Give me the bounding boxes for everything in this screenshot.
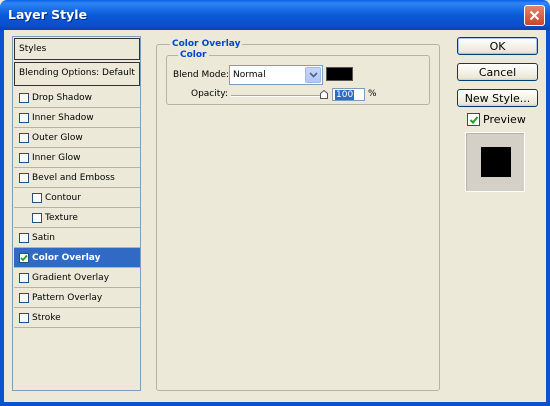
opacity-slider-track[interactable] bbox=[231, 95, 325, 97]
preview-checkbox[interactable] bbox=[467, 113, 480, 126]
checkmark-icon bbox=[20, 254, 28, 261]
style-checkbox-stroke[interactable] bbox=[19, 312, 29, 323]
style-item-label: Pattern Overlay bbox=[32, 292, 103, 303]
opacity-slider-thumb[interactable] bbox=[320, 90, 328, 99]
style-item-pattern-overlay[interactable]: Pattern Overlay bbox=[14, 288, 140, 308]
color-section-title: Color bbox=[178, 50, 209, 60]
color-overlay-title: Color Overlay bbox=[170, 39, 243, 49]
new-style-button-label: New Style... bbox=[464, 91, 531, 105]
opacity-value: 100 bbox=[335, 90, 355, 100]
blend-mode-select[interactable]: Normal bbox=[229, 65, 323, 85]
style-item-inner-shadow[interactable]: Inner Shadow bbox=[14, 108, 140, 128]
close-icon bbox=[529, 10, 540, 21]
style-item-satin[interactable]: Satin bbox=[14, 228, 140, 248]
style-item-label: Bevel and Emboss bbox=[32, 172, 115, 183]
style-checkbox-contour[interactable] bbox=[32, 192, 42, 203]
ok-button[interactable]: OK bbox=[457, 37, 538, 55]
style-item-label: Stroke bbox=[32, 312, 61, 323]
style-checkbox-inner-shadow[interactable] bbox=[19, 112, 29, 123]
opacity-label: Opacity: bbox=[191, 89, 228, 99]
style-item-label: Satin bbox=[32, 232, 55, 243]
style-item-label: Color Overlay bbox=[32, 252, 101, 263]
style-item-gradient-overlay[interactable]: Gradient Overlay bbox=[14, 268, 140, 288]
cancel-button[interactable]: Cancel bbox=[457, 63, 538, 81]
opacity-unit: % bbox=[368, 89, 377, 99]
style-item-texture[interactable]: Texture bbox=[14, 208, 140, 228]
styles-panel: Styles Blending Options: Default Drop Sh… bbox=[12, 36, 141, 391]
opacity-input[interactable]: 100 bbox=[332, 88, 365, 101]
styles-header[interactable]: Styles bbox=[14, 38, 140, 60]
window-frame-right bbox=[546, 30, 550, 406]
cancel-button-label: Cancel bbox=[478, 65, 517, 79]
style-item-stroke[interactable]: Stroke bbox=[14, 308, 140, 328]
blend-mode-value: Normal bbox=[233, 70, 266, 80]
style-checkbox-inner-glow[interactable] bbox=[19, 152, 29, 163]
style-item-color-overlay[interactable]: Color Overlay bbox=[14, 248, 140, 268]
overlay-color-swatch[interactable] bbox=[326, 67, 353, 81]
title-bar[interactable]: Layer Style bbox=[0, 0, 550, 30]
ok-button-label: OK bbox=[489, 39, 506, 53]
style-item-outer-glow[interactable]: Outer Glow bbox=[14, 128, 140, 148]
style-item-label: Inner Glow bbox=[32, 152, 81, 163]
style-item-inner-glow[interactable]: Inner Glow bbox=[14, 148, 140, 168]
checkmark-icon bbox=[469, 115, 478, 124]
window-frame-left bbox=[0, 30, 4, 406]
style-item-label: Contour bbox=[45, 192, 81, 203]
style-item-label: Texture bbox=[45, 212, 78, 223]
style-checkbox-color-overlay[interactable] bbox=[19, 252, 29, 263]
style-item-drop-shadow[interactable]: Drop Shadow bbox=[14, 88, 140, 108]
style-item-label: Inner Shadow bbox=[32, 112, 94, 123]
style-item-label: Gradient Overlay bbox=[32, 272, 110, 283]
blend-mode-label: Blend Mode: bbox=[173, 70, 230, 80]
style-checkbox-outer-glow[interactable] bbox=[19, 132, 29, 143]
blending-options-item[interactable]: Blending Options: Default bbox=[14, 62, 140, 86]
style-item-label: Outer Glow bbox=[32, 132, 83, 143]
new-style-button[interactable]: New Style... bbox=[457, 89, 538, 107]
style-item-bevel-and-emboss[interactable]: Bevel and Emboss bbox=[14, 168, 140, 188]
style-item-contour[interactable]: Contour bbox=[14, 188, 140, 208]
style-checkbox-gradient-overlay[interactable] bbox=[19, 272, 29, 283]
styles-header-label: Styles bbox=[19, 44, 47, 54]
window-title: Layer Style bbox=[8, 7, 88, 22]
window-frame-bottom bbox=[0, 402, 550, 406]
style-checkbox-bevel-and-emboss[interactable] bbox=[19, 172, 29, 183]
preview-swatch bbox=[481, 147, 511, 177]
style-item-label: Drop Shadow bbox=[32, 92, 93, 103]
close-button[interactable] bbox=[524, 5, 545, 26]
style-checkbox-texture[interactable] bbox=[32, 212, 42, 223]
style-checkbox-pattern-overlay[interactable] bbox=[19, 292, 29, 303]
preview-label: Preview bbox=[483, 113, 526, 126]
chevron-down-icon[interactable] bbox=[305, 67, 321, 83]
style-checkbox-satin[interactable] bbox=[19, 232, 29, 243]
blending-options-label: Blending Options: Default bbox=[19, 68, 135, 78]
style-checkbox-drop-shadow[interactable] bbox=[19, 92, 29, 103]
